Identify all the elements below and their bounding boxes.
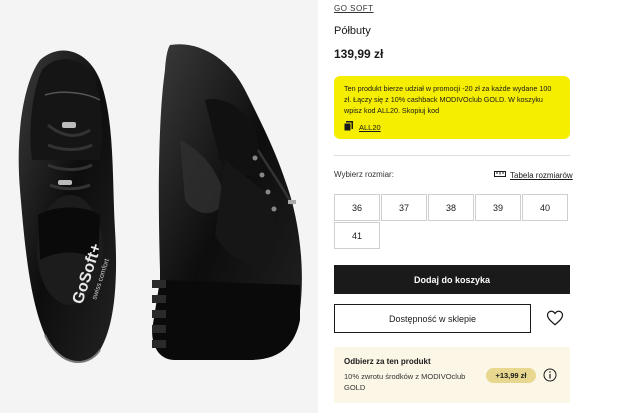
store-availability-button[interactable]: Dostępność w sklepie [334,304,531,333]
size-option-37[interactable]: 37 [381,194,427,221]
divider [334,155,570,156]
wishlist-heart-icon[interactable] [546,309,564,327]
product-price: 139,99 zł [334,47,384,61]
reward-box: Odbierz za ten produkt 10% zwrotu środkó… [334,347,570,403]
shoes-illustration: GoSoft+ swiss comfort [18,44,302,363]
promo-code-copy[interactable]: ALL20 [343,121,381,134]
right-shoe [152,44,302,360]
size-label: Wybierz rozmiar: [334,170,394,179]
add-to-cart-button[interactable]: Dodaj do koszyka [334,265,570,294]
promo-banner: Ten produkt bierze udział w promocji -20… [334,76,570,139]
brand-link[interactable]: GO SOFT [334,4,374,13]
size-option-39[interactable]: 39 [475,194,521,221]
promo-text: Ten produkt bierze udział w promocji -20… [344,84,552,115]
copy-icon [343,121,353,134]
product-title: Półbuty [334,25,371,37]
product-image[interactable]: GoSoft+ swiss comfort [0,0,318,413]
reward-amount-badge: +13,99 zł [486,368,536,383]
size-table-link[interactable]: Tabela rozmiarów [494,170,573,180]
promo-code: ALL20 [359,123,381,132]
reward-description: 10% zwrotu środków z MODIVOclub GOLD [344,372,466,392]
size-option-38[interactable]: 38 [428,194,474,221]
ruler-icon [494,170,506,180]
size-option-41[interactable]: 41 [334,222,380,249]
size-table-label: Tabela rozmiarów [510,170,573,180]
size-option-40[interactable]: 40 [522,194,568,221]
size-option-36[interactable]: 36 [334,194,380,221]
left-shoe: GoSoft+ swiss comfort [18,50,117,363]
reward-heading: Odbierz za ten produkt [344,357,431,366]
info-icon[interactable] [543,368,557,382]
